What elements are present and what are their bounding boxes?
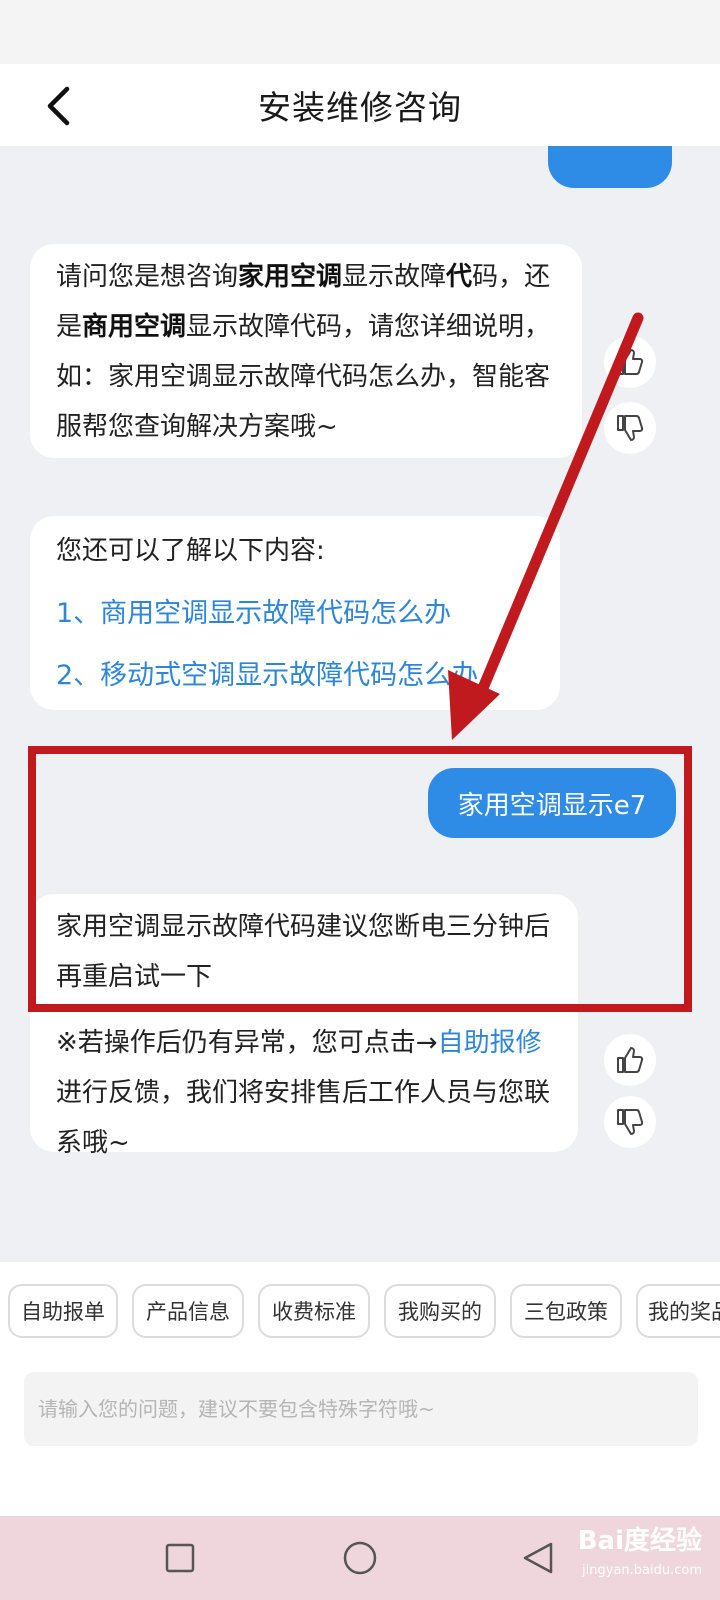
input-area: [0, 1350, 720, 1516]
quick-reply-chip[interactable]: 收费标准: [258, 1284, 370, 1338]
quick-reply-chip[interactable]: 三包政策: [510, 1284, 622, 1338]
circle-icon: [343, 1541, 377, 1575]
quick-reply-chip[interactable]: 自助报单: [8, 1284, 118, 1338]
system-nav-bar: Bai度经验 jingyan.baidu.com: [0, 1516, 720, 1600]
home-button[interactable]: [338, 1536, 382, 1580]
quick-reply-chip[interactable]: 我的奖品: [636, 1284, 720, 1338]
square-icon: [165, 1543, 195, 1573]
watermark: Bai度经验 jingyan.baidu.com: [578, 1526, 702, 1586]
triangle-back-icon: [523, 1542, 553, 1574]
watermark-url: jingyan.baidu.com: [582, 1563, 702, 1578]
recent-apps-button[interactable]: [158, 1536, 202, 1580]
back-nav-button[interactable]: [516, 1536, 560, 1580]
quick-reply-bar: 自助报单 产品信息 收费标准 我购买的 三包政策 我的奖品: [0, 1262, 720, 1350]
quick-reply-chip[interactable]: 我购买的: [384, 1284, 496, 1338]
quick-reply-chip[interactable]: 产品信息: [132, 1284, 244, 1338]
question-input[interactable]: [24, 1372, 698, 1446]
watermark-logo: Bai度经验: [577, 1526, 702, 1556]
